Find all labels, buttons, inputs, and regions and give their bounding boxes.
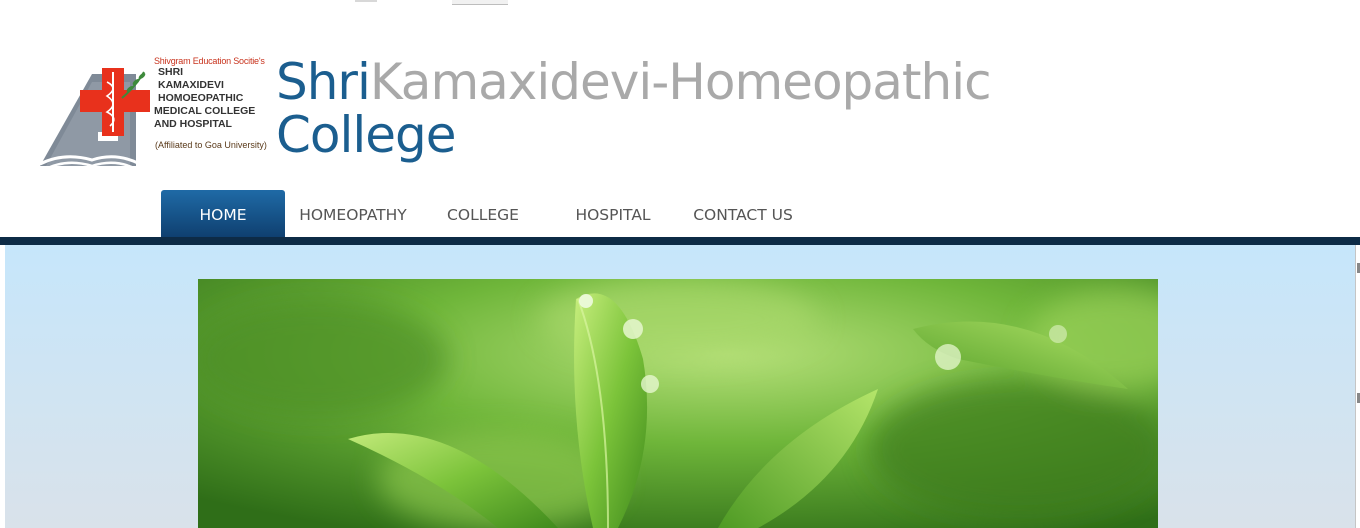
nav-contact-us[interactable]: CONTACT US [681, 190, 805, 237]
site-title-first: Shri [276, 53, 371, 111]
site-title[interactable]: ShriKamaxidevi-Homeopathic College [276, 53, 992, 164]
nav-underline-bar [0, 237, 1360, 245]
hero-image [198, 279, 1158, 528]
logo-line: MEDICAL COLLEGE [154, 105, 256, 117]
page-scrollbar[interactable] [1355, 245, 1360, 528]
top-strip [0, 0, 1360, 6]
top-mark [452, 0, 508, 5]
nav-hospital[interactable]: HOSPITAL [545, 190, 681, 237]
logo-line: SHRI [158, 66, 184, 78]
nav-homeopathy[interactable]: HOMEOPATHY [285, 190, 421, 237]
main-nav: HOME HOMEOPATHY COLLEGE HOSPITAL CONTACT… [161, 190, 805, 237]
logo-line: KAMAXIDEVI [158, 79, 224, 91]
logo-text: Shivgram Education Socitie's SHRI KAMAXI… [154, 56, 267, 150]
nav-home[interactable]: HOME [161, 190, 285, 237]
nav-college[interactable]: COLLEGE [421, 190, 545, 237]
logo-affiliation: (Affiliated to Goa University) [155, 140, 267, 150]
logo-line: AND HOSPITAL [154, 118, 232, 130]
logo-line: HOMOEOPATHIC [158, 92, 244, 104]
college-logo[interactable]: Shivgram Education Socitie's SHRI KAMAXI… [36, 52, 272, 174]
top-mark [355, 0, 377, 2]
site-title-second: Kamaxidevi-Homeopathic [369, 53, 992, 111]
logo-society: Shivgram Education Socitie's [154, 56, 265, 66]
site-title-third: College [276, 106, 457, 164]
leaf-image-icon [198, 279, 1158, 528]
